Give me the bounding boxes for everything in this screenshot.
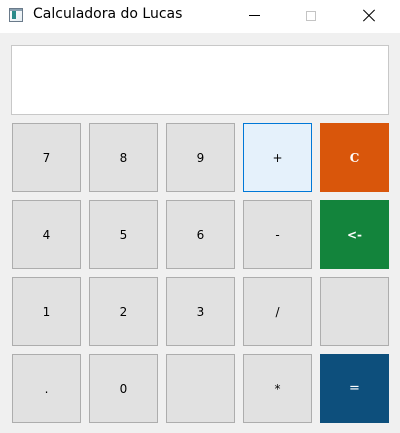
key-4[interactable]: 4	[12, 200, 81, 269]
key-9[interactable]: 9	[166, 123, 235, 192]
maximize-button[interactable]	[288, 0, 334, 31]
key-7[interactable]: 7	[12, 123, 81, 192]
close-button[interactable]	[346, 0, 392, 31]
key-dot[interactable]: .	[12, 354, 81, 423]
key-plus[interactable]: +	[243, 123, 312, 192]
key-8[interactable]: 8	[89, 123, 158, 192]
key-multiply[interactable]: *	[243, 354, 312, 423]
key-minus[interactable]: -	[243, 200, 312, 269]
window-title: Calculadora do Lucas	[33, 6, 183, 22]
key-divide[interactable]: /	[243, 277, 312, 346]
key-0[interactable]: 0	[89, 354, 158, 423]
calculator-window: Calculadora do Lucas 7 8 9 + C 4 5 6 - <…	[0, 0, 400, 433]
title-bar: Calculadora do Lucas	[0, 0, 400, 33]
key-5[interactable]: 5	[89, 200, 158, 269]
clear-button[interactable]: C	[320, 123, 389, 192]
key-1[interactable]: 1	[12, 277, 81, 346]
app-icon	[9, 8, 23, 22]
blank-key-1[interactable]	[320, 277, 389, 346]
backspace-button[interactable]: <-	[320, 200, 389, 269]
key-3[interactable]: 3	[166, 277, 235, 346]
minimize-icon	[248, 15, 260, 16]
key-6[interactable]: 6	[166, 200, 235, 269]
key-2[interactable]: 2	[89, 277, 158, 346]
equals-button[interactable]: =	[320, 354, 389, 423]
maximize-icon	[306, 10, 316, 21]
minimize-button[interactable]	[231, 0, 277, 31]
blank-key-2[interactable]	[166, 354, 235, 423]
close-icon	[362, 9, 376, 23]
calculator-display[interactable]	[11, 45, 389, 115]
